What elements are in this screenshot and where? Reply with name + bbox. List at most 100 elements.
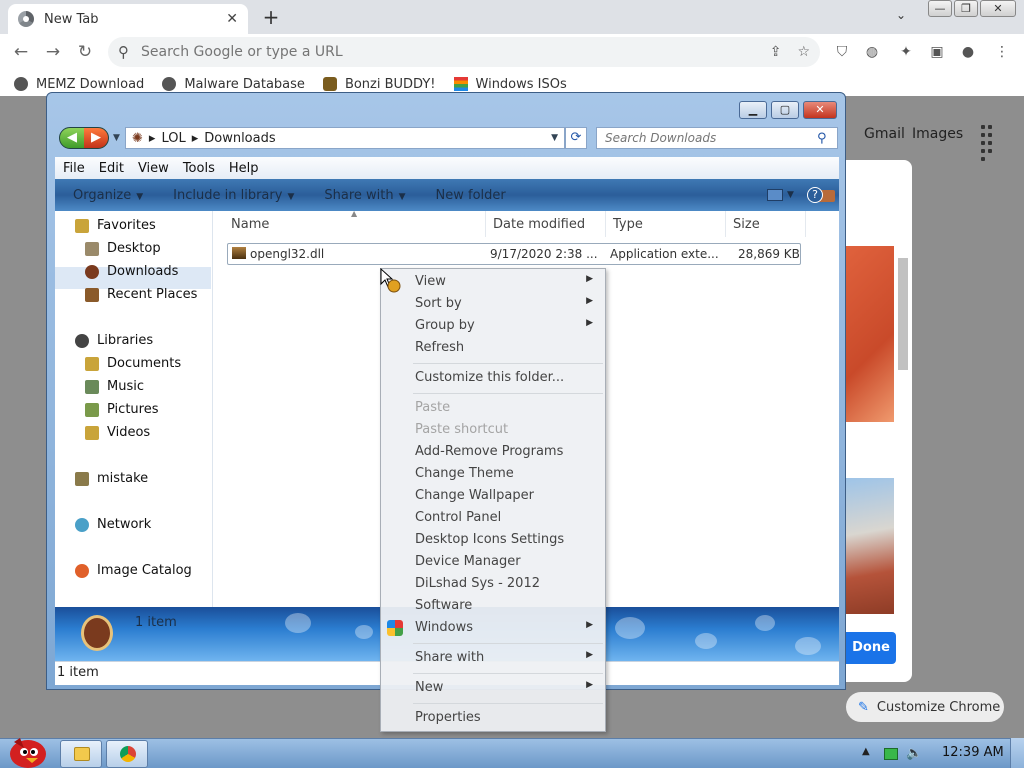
view-options-chevron-icon[interactable]: ▼ (787, 190, 794, 200)
host-minimize-button[interactable]: — (928, 0, 952, 17)
column-separator[interactable] (485, 211, 486, 237)
show-desktop-button[interactable] (1010, 738, 1024, 768)
share-with-button[interactable]: Share with ▼ (324, 188, 405, 203)
panel-scrollbar[interactable] (898, 258, 908, 370)
nav-music[interactable]: Music (85, 379, 144, 394)
column-size[interactable]: Size (733, 217, 760, 232)
bookmark-memz[interactable]: MEMZ Download (14, 77, 144, 92)
ctx-control-panel[interactable]: Control Panel (381, 507, 605, 529)
ctx-windows[interactable]: Windows ▶ (381, 617, 605, 639)
breadcrumb-downloads[interactable]: Downloads (204, 131, 275, 146)
taskbar-chrome-button[interactable] (106, 740, 148, 768)
column-separator[interactable] (805, 211, 806, 237)
include-in-library-button[interactable]: Include in library ▼ (173, 188, 294, 203)
refresh-icon[interactable]: ⟳ (565, 127, 587, 149)
recent-pages-chevron-icon[interactable]: ▼ (113, 133, 120, 143)
nav-libraries[interactable]: Libraries (75, 333, 153, 348)
bookmark-malware-db[interactable]: Malware Database (162, 77, 305, 92)
show-hidden-icons-icon[interactable]: ▲ (862, 746, 870, 757)
breadcrumb-separator-icon[interactable]: ▸ (149, 131, 156, 146)
nav-image-catalog[interactable]: Image Catalog (75, 563, 192, 578)
menu-tools[interactable]: Tools (183, 161, 215, 176)
tab-new-tab[interactable]: New Tab ✕ (8, 4, 248, 34)
menu-edit[interactable]: Edit (99, 161, 124, 176)
host-close-button[interactable]: ✕ (980, 0, 1016, 17)
volume-icon[interactable]: 🔈 (906, 746, 922, 761)
ctx-refresh[interactable]: Refresh (381, 337, 605, 359)
profile-avatar-icon[interactable]: ● (958, 42, 978, 62)
done-button[interactable]: Done (846, 632, 896, 664)
column-name[interactable]: Name (231, 217, 269, 232)
back-arrow-icon[interactable]: ← (10, 41, 32, 63)
address-dropdown-icon[interactable]: ▼ (551, 133, 558, 143)
nav-mistake[interactable]: mistake (75, 471, 148, 486)
reload-icon[interactable]: ↻ (74, 41, 96, 63)
ctx-change-wallpaper[interactable]: Change Wallpaper (381, 485, 605, 507)
images-link[interactable]: Images (912, 126, 963, 142)
omnibox-input[interactable] (141, 44, 754, 60)
more-menu-icon[interactable]: ⋮ (992, 42, 1012, 62)
new-folder-button[interactable]: New folder (436, 188, 506, 203)
nav-pictures[interactable]: Pictures (85, 402, 158, 417)
explorer-search-input[interactable] (605, 131, 817, 145)
column-separator[interactable] (725, 211, 726, 237)
column-date-modified[interactable]: Date modified (493, 217, 585, 232)
colorful-extension-icon[interactable]: ◍ (862, 42, 882, 62)
ctx-sort-by[interactable]: Sort by ▶ (381, 293, 605, 315)
ctx-customize-folder[interactable]: Customize this folder... (381, 367, 605, 389)
organize-button[interactable]: Organize ▼ (73, 188, 143, 203)
ctx-software[interactable]: Software (381, 595, 605, 617)
bookmark-bonzi[interactable]: Bonzi BUDDY! (322, 77, 436, 92)
new-tab-button[interactable]: + (258, 4, 284, 30)
ctx-add-remove-programs[interactable]: Add-Remove Programs (381, 441, 605, 463)
nav-downloads[interactable]: Downloads (85, 264, 178, 279)
nav-videos[interactable]: Videos (85, 425, 150, 440)
background-thumbnail[interactable] (846, 246, 894, 422)
start-angry-bird-icon[interactable] (4, 730, 50, 768)
ctx-group-by[interactable]: Group by ▶ (381, 315, 605, 337)
explorer-search-box[interactable]: ⚲ (596, 127, 838, 149)
apps-grid-icon[interactable] (980, 124, 1000, 161)
breadcrumb-lol[interactable]: LOL (161, 131, 185, 146)
address-bar[interactable]: ✺ ▸ LOL ▸ Downloads ▼ (125, 127, 565, 149)
ctx-desktop-icons-settings[interactable]: Desktop Icons Settings (381, 529, 605, 551)
menu-view[interactable]: View (138, 161, 169, 176)
search-icon[interactable]: ⚲ (817, 131, 837, 146)
host-restore-button[interactable]: ❐ (954, 0, 978, 17)
nav-favorites[interactable]: Favorites (75, 218, 156, 233)
network-tray-icon[interactable] (884, 748, 898, 760)
ctx-properties[interactable]: Properties (381, 707, 605, 729)
ublock-extension-icon[interactable]: ⛉ (832, 42, 852, 62)
forward-arrow-icon[interactable]: → (42, 41, 64, 63)
customize-chrome-button[interactable]: ✎ Customize Chrome (846, 692, 1004, 722)
nav-documents[interactable]: Documents (85, 356, 181, 371)
change-view-icon[interactable] (767, 189, 783, 201)
ctx-share-with[interactable]: Share with ▶ (381, 647, 605, 669)
explorer-maximize-button[interactable]: ▢ (771, 101, 799, 119)
explorer-minimize-button[interactable]: ▁ (739, 101, 767, 119)
ctx-new[interactable]: New ▶ (381, 677, 605, 699)
column-type[interactable]: Type (613, 217, 643, 232)
menu-file[interactable]: File (63, 161, 85, 176)
bookmark-star-icon[interactable]: ☆ (797, 44, 810, 60)
column-separator[interactable] (605, 211, 606, 237)
tab-search-chevron-icon[interactable]: ⌄ (896, 8, 906, 22)
explorer-forward-icon[interactable]: ▶ (84, 128, 108, 148)
explorer-back-icon[interactable]: ◀ (60, 128, 84, 148)
bookmark-windows-isos[interactable]: Windows ISOs (453, 77, 567, 92)
ctx-view[interactable]: View ▶ (381, 271, 605, 293)
taskbar-explorer-button[interactable] (60, 740, 102, 768)
explorer-close-button[interactable]: ✕ (803, 101, 837, 119)
extensions-puzzle-icon[interactable]: ✦ (896, 42, 916, 62)
ctx-change-theme[interactable]: Change Theme (381, 463, 605, 485)
ctx-device-manager[interactable]: Device Manager (381, 551, 605, 573)
ctx-dilshad-sys[interactable]: DiLshad Sys - 2012 (381, 573, 605, 595)
nav-desktop[interactable]: Desktop (85, 241, 161, 256)
taskbar-clock[interactable]: 12:39 AM (942, 745, 1004, 760)
help-icon[interactable]: ? (807, 187, 823, 203)
file-row[interactable]: opengl32.dll 9/17/2020 2:38 ... Applicat… (227, 243, 801, 265)
menu-help[interactable]: Help (229, 161, 259, 176)
nav-network[interactable]: Network (75, 517, 151, 532)
nav-recent-places[interactable]: Recent Places (85, 287, 197, 302)
tab-close-icon[interactable]: ✕ (226, 11, 238, 27)
